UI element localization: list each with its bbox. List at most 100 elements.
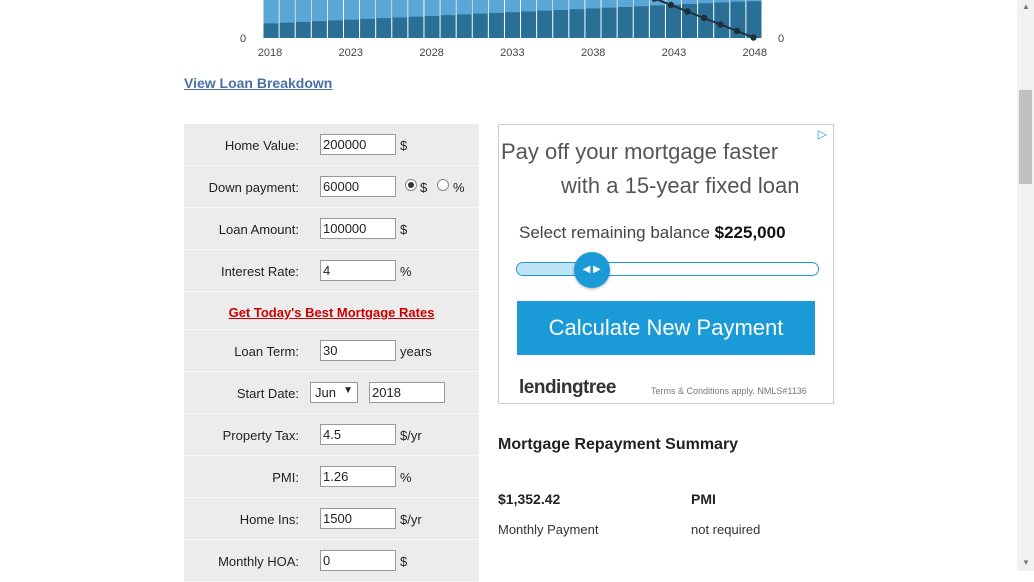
interest-bar [440, 0, 456, 16]
interest-bar [746, 0, 762, 2]
lendingtree-ad[interactable]: ▷ Pay off your mortgage faster with a 15… [498, 124, 834, 404]
calculate-new-payment-button[interactable]: Calculate New Payment [517, 301, 815, 355]
loan-amount-unit: $ [400, 222, 408, 237]
scroll-up-arrow-icon[interactable]: ▲ [1022, 2, 1030, 11]
balance-point [717, 21, 724, 28]
principal-bar [649, 0, 665, 38]
down-payment-label: Down payment: [208, 180, 299, 195]
scroll-down-arrow-icon[interactable]: ▼ [1022, 558, 1030, 567]
x-tick-label: 2043 [662, 47, 686, 59]
repayment-summary: Mortgage Repayment Summary $1,352.42 Mon… [498, 436, 838, 537]
ad-balance-slider-track[interactable] [516, 262, 819, 276]
best-mortgage-rates-link[interactable]: Get Today's Best Mortgage Rates [184, 305, 479, 320]
interest-bar [295, 0, 311, 22]
x-tick-label: 2023 [339, 47, 363, 59]
interest-bar [569, 0, 585, 10]
interest-bar [585, 0, 601, 9]
adchoices-icon[interactable]: ▷ [818, 127, 827, 141]
monthly-hoa-unit: $ [400, 554, 408, 569]
home-value-unit: $ [400, 138, 408, 153]
interest-bar [504, 0, 521, 13]
interest-rate-unit: % [400, 264, 412, 279]
balance-point [667, 1, 675, 9]
interest-bar [360, 0, 376, 19]
home-ins-unit: $/yr [400, 512, 422, 527]
down-payment-dollar-label: $ [420, 180, 428, 195]
down-payment-percent-radio[interactable] [437, 179, 449, 191]
balance-point [750, 34, 757, 41]
monthly-payment-label: Monthly Payment [498, 522, 599, 537]
interest-bar [617, 0, 633, 7]
interest-bar [537, 0, 553, 11]
start-date-label: Start Date: [236, 386, 299, 401]
x-tick-label: 2028 [419, 47, 443, 59]
pmi-unit: % [400, 470, 412, 485]
x-tick-label: 2038 [581, 47, 605, 59]
rates-link-row: Get Today's Best Mortgage Rates [184, 292, 479, 330]
loan-amount-input[interactable] [320, 218, 396, 239]
x-tick-label: 2033 [500, 47, 524, 59]
loan-term-input[interactable] [320, 340, 396, 361]
ad-balance-text: Select remaining balance $225,000 [519, 223, 786, 243]
pmi-summary-label: not required [691, 522, 761, 537]
pmi-label: PMI: [272, 470, 299, 485]
pmi-input[interactable] [320, 466, 396, 487]
y-axis-left-label: 0 [240, 33, 246, 45]
scrollbar-thumb[interactable] [1019, 90, 1032, 184]
interest-bar [279, 0, 295, 23]
interest-bar [327, 0, 343, 21]
start-year-input[interactable] [369, 382, 445, 403]
interest-bar [553, 0, 569, 10]
interest-bar [263, 0, 279, 24]
home-value-input[interactable] [320, 134, 396, 155]
mortgage-form: Home Value: $ Down payment: $ % Loan Amo… [184, 124, 479, 582]
start-month-select[interactable]: Jun ▼ [310, 382, 358, 403]
home-ins-row: Home Ins: $/yr [184, 498, 479, 540]
loan-term-unit: years [400, 344, 432, 359]
interest-bar [311, 0, 327, 22]
x-axis-ticks: 2018 2023 2028 2033 2038 2043 2048 [258, 47, 767, 59]
ad-balance-value: $225,000 [714, 223, 786, 242]
balance-point [733, 27, 741, 35]
ad-slider-handle[interactable]: ◀ ▶ [573, 252, 610, 288]
interest-rate-label: Interest Rate: [220, 264, 299, 279]
interest-bar [456, 0, 472, 15]
home-value-label: Home Value: [224, 138, 299, 153]
interest-bar [488, 0, 504, 13]
ad-headline-2: with a 15-year fixed loan [561, 173, 800, 198]
home-ins-label: Home Ins: [239, 512, 299, 527]
interest-bar [682, 0, 698, 4]
ad-terms-text: Terms & Conditions apply. NMLS#1136 [651, 386, 807, 396]
start-month-value: Jun [315, 385, 336, 400]
page-scrollbar[interactable]: ▲ ▼ [1017, 0, 1034, 571]
interest-bar [472, 0, 488, 14]
balance-point [684, 8, 691, 15]
property-tax-unit: $/yr [400, 428, 422, 443]
down-payment-input[interactable] [320, 176, 396, 197]
home-value-row: Home Value: $ [184, 124, 479, 166]
property-tax-input[interactable] [320, 424, 396, 445]
ad-headline-1: Pay off your mortgage faster [501, 139, 779, 164]
interest-bar [601, 0, 617, 8]
view-loan-breakdown-link[interactable]: View Loan Breakdown [184, 75, 332, 91]
interest-bar [521, 0, 537, 12]
interest-bar [392, 0, 408, 18]
interest-bar [376, 0, 392, 19]
monthly-hoa-input[interactable] [320, 550, 396, 571]
interest-rate-input[interactable] [320, 260, 396, 281]
down-payment-dollar-radio[interactable] [405, 179, 417, 191]
loan-amount-label: Loan Amount: [218, 222, 299, 237]
summary-title: Mortgage Repayment Summary [498, 436, 739, 453]
interest-bar [343, 0, 360, 20]
pmi-summary-value: PMI [691, 491, 716, 507]
home-ins-input[interactable] [320, 508, 396, 529]
interest-rate-row: Interest Rate: % [184, 250, 479, 292]
y-axis-right-label: 0 [778, 33, 784, 45]
interest-bar [698, 0, 714, 4]
loan-amount-row: Loan Amount: $ [184, 208, 479, 250]
principal-bar [682, 0, 698, 38]
loan-term-label: Loan Term: [234, 344, 299, 359]
principal-bar [746, 0, 762, 38]
amortization-chart: 0 0 2018 2023 2028 2033 2038 2043 2048 [240, 0, 784, 59]
loan-term-row: Loan Term: years [184, 330, 479, 372]
